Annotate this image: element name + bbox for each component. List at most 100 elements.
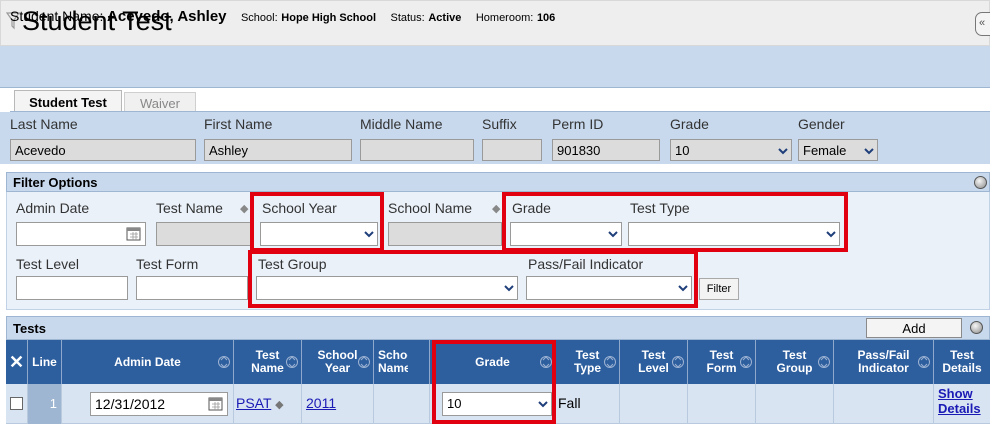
middle-name-field[interactable] xyxy=(360,139,474,161)
perm-id-field[interactable]: 901830 xyxy=(552,139,660,161)
student-info-line: Student Name: Acevedo, Ashley School: Ho… xyxy=(10,8,555,25)
col-test-name[interactable]: Test Name xyxy=(234,340,302,384)
gender-select[interactable]: Female xyxy=(798,139,878,161)
col-test-details-label: Test Details xyxy=(942,348,982,375)
sort-icon[interactable] xyxy=(818,354,830,370)
homeroom-value: 106 xyxy=(536,12,556,24)
col-admin-date[interactable]: Admin Date xyxy=(62,340,234,384)
filter-options-header: Filter Options xyxy=(6,172,990,192)
col-school-name[interactable]: School Name xyxy=(374,340,430,384)
test-name-label: Test Name xyxy=(156,200,223,216)
status-value: Active xyxy=(428,12,462,24)
arrow-left-icon: ◆ xyxy=(492,203,501,215)
chevron-down-icon xyxy=(864,148,874,155)
col-line: Line xyxy=(28,340,62,384)
col-test-level[interactable]: Test Level xyxy=(620,340,688,384)
col-test-details: Test Details xyxy=(934,340,990,384)
gender-select-value: Female xyxy=(803,143,847,158)
col-test-group-label: Test Group xyxy=(776,348,813,375)
col-pass-fail-label: Pass/Fail Indicator xyxy=(857,348,910,375)
highlight-school-year xyxy=(250,192,384,252)
tab-waiver[interactable]: Waiver xyxy=(124,92,196,112)
row-school-year-cell: 2011 xyxy=(302,384,374,424)
row-select-cell xyxy=(6,384,28,424)
sort-icon[interactable] xyxy=(740,354,752,370)
row-school-year-link[interactable]: 2011 xyxy=(306,395,336,411)
test-form-input[interactable] xyxy=(136,276,248,300)
last-name-field[interactable]: Acevedo xyxy=(10,139,196,161)
row-pass-fail-cell xyxy=(834,384,934,424)
test-level-input[interactable] xyxy=(16,276,128,300)
col-test-form[interactable]: Test Form xyxy=(688,340,756,384)
suffix-label: Suffix xyxy=(482,116,517,132)
col-school-name-label: School Name xyxy=(378,349,408,375)
row-admin-date-value: 12/31/2012 xyxy=(95,396,166,412)
col-test-type[interactable]: Test Type xyxy=(556,340,620,384)
filter-button[interactable]: Filter xyxy=(699,278,739,300)
homeroom-label: Homeroom: xyxy=(475,12,534,24)
col-pass-fail[interactable]: Pass/Fail Indicator xyxy=(834,340,934,384)
test-level-label: Test Level xyxy=(16,256,80,272)
row-test-group-cell xyxy=(756,384,834,424)
col-test-form-label: Test Form xyxy=(706,348,737,375)
school-name-input[interactable] xyxy=(388,222,502,246)
col-school-year[interactable]: School Year xyxy=(302,340,374,384)
grade-select-value: 10 xyxy=(675,143,690,158)
col-school-year-label: School Year xyxy=(317,348,358,375)
row-test-name-link[interactable]: PSAT xyxy=(236,395,271,411)
row-checkbox[interactable] xyxy=(10,397,23,410)
row-test-level-cell xyxy=(620,384,688,424)
highlight-group-passfail xyxy=(248,250,698,308)
sort-icon[interactable] xyxy=(286,354,298,370)
first-name-label: First Name xyxy=(204,116,273,132)
test-name-input[interactable] xyxy=(156,222,252,246)
student-name-label: Student Name: xyxy=(10,8,104,24)
student-info-bar xyxy=(0,46,990,88)
test-form-label: Test Form xyxy=(136,256,199,272)
suffix-field[interactable] xyxy=(482,139,542,161)
row-test-type: Fall xyxy=(556,384,620,424)
collapse-icon[interactable] xyxy=(974,176,987,189)
grade-label: Grade xyxy=(670,116,709,132)
add-button[interactable]: Add xyxy=(866,318,962,338)
collapse-icon[interactable] xyxy=(970,321,983,334)
student-name: Acevedo, Ashley xyxy=(107,8,227,25)
admin-date-input[interactable] xyxy=(16,222,146,246)
calendar-icon[interactable] xyxy=(126,226,142,242)
perm-id-label: Perm ID xyxy=(552,116,604,132)
tab-student-test[interactable]: Student Test xyxy=(14,90,122,112)
last-name-label: Last Name xyxy=(10,116,78,132)
school-label: School: xyxy=(240,12,278,24)
school-value: Hope High School xyxy=(281,12,377,24)
sort-icon[interactable] xyxy=(218,354,230,370)
col-test-name-label: Test Name xyxy=(251,348,284,375)
admin-date-label: Admin Date xyxy=(16,200,90,216)
show-details-link[interactable]: Show Details xyxy=(938,386,981,416)
row-school-name-cell xyxy=(374,384,430,424)
back-icon[interactable]: « xyxy=(975,12,990,36)
calendar-icon[interactable] xyxy=(208,396,224,412)
delete-column-icon[interactable]: ✕ xyxy=(6,340,28,384)
highlight-grid-grade xyxy=(432,340,556,424)
sort-icon[interactable] xyxy=(604,354,616,370)
arrow-left-icon: ◆ xyxy=(275,399,284,411)
tests-header: Tests xyxy=(6,316,990,340)
first-name-field[interactable]: Ashley xyxy=(204,139,352,161)
row-admin-date-input[interactable]: 12/31/2012 xyxy=(90,392,228,416)
col-admin-date-label: Admin Date xyxy=(114,354,181,369)
col-test-group[interactable]: Test Group xyxy=(756,340,834,384)
grade-select[interactable]: 10 xyxy=(670,139,792,161)
chevron-down-icon xyxy=(778,148,788,155)
sort-icon[interactable] xyxy=(358,354,370,370)
col-test-type-label: Test Type xyxy=(573,348,602,375)
arrow-left-icon: ◆ xyxy=(240,203,249,215)
row-details-cell: Show Details xyxy=(934,384,990,424)
sort-icon[interactable] xyxy=(672,354,684,370)
col-test-level-label: Test Level xyxy=(638,348,669,375)
middle-name-label: Middle Name xyxy=(360,116,443,132)
highlight-grade-test-type xyxy=(502,192,848,252)
row-test-form-cell xyxy=(688,384,756,424)
sort-icon[interactable] xyxy=(918,354,930,370)
school-name-label: School Name xyxy=(388,200,473,216)
gender-label: Gender xyxy=(798,116,845,132)
